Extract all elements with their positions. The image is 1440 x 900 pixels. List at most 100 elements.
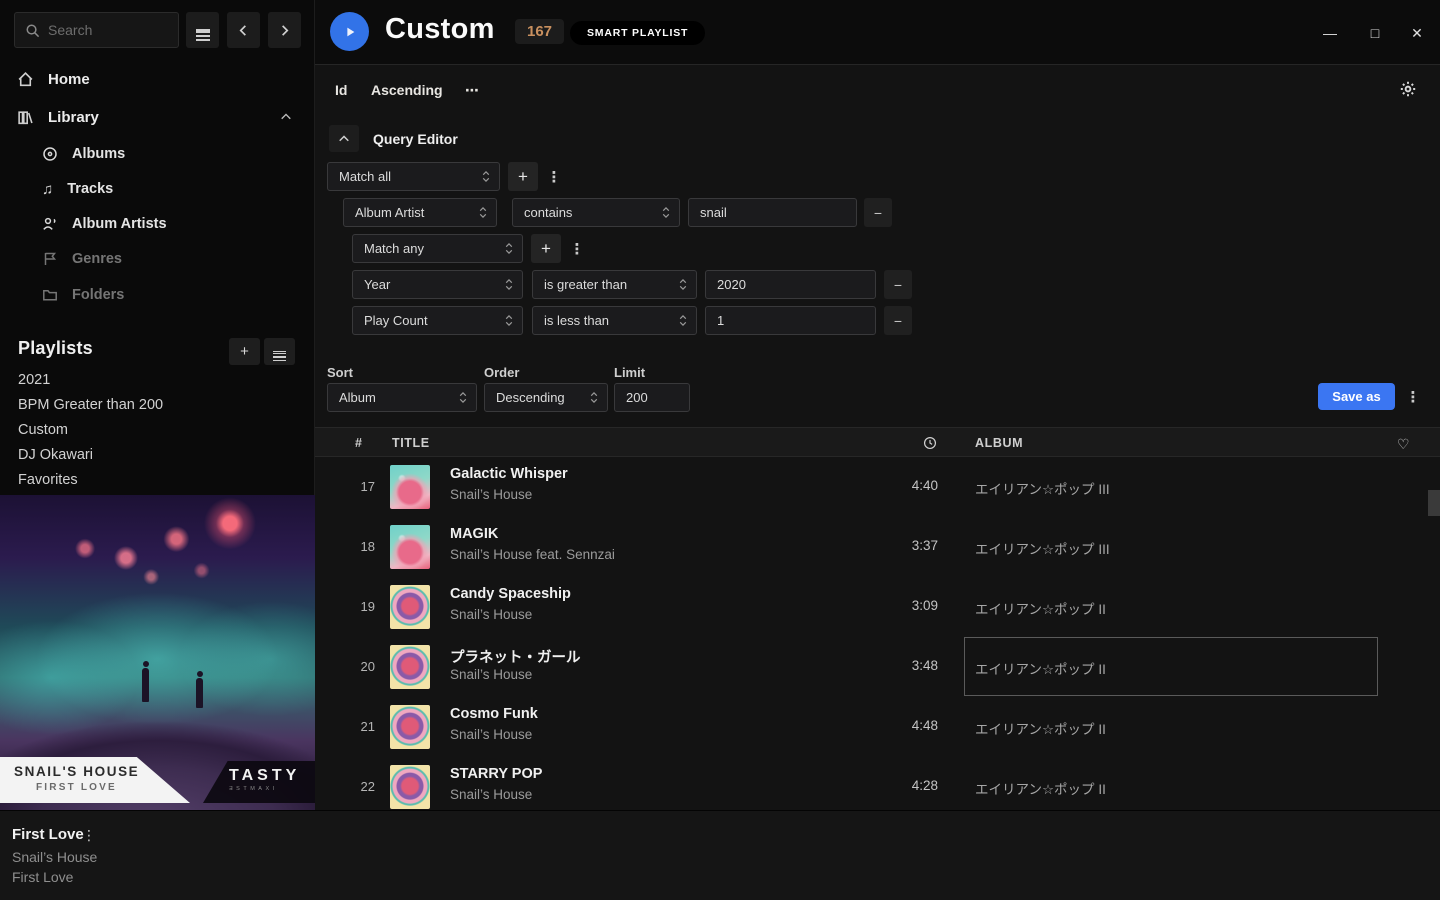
rule-value-input[interactable]: [688, 198, 857, 227]
rule-field-select[interactable]: Album Artist: [343, 198, 497, 227]
save-as-button[interactable]: Save as: [1318, 383, 1395, 410]
now-playing-menu-button[interactable]: ⋮: [82, 827, 96, 844]
playlist-item[interactable]: 2021: [18, 372, 50, 397]
sidebar-item-tracks[interactable]: ♫ Tracks: [0, 172, 314, 206]
app-window: Home Library Albums ♫ Tracks Album Artis…: [0, 0, 1440, 900]
page-title: Custom: [385, 13, 495, 46]
search-icon: [25, 23, 40, 38]
plus-icon: +: [541, 239, 551, 259]
playlist-item[interactable]: BPM Greater than 200: [18, 397, 163, 422]
playlist-item[interactable]: DJ Okawari: [18, 447, 93, 472]
playlist-item[interactable]: Favorites: [18, 472, 78, 497]
remove-rule-button[interactable]: −: [884, 270, 912, 299]
column-header-album[interactable]: ALBUM: [975, 436, 1023, 450]
add-playlist-button[interactable]: +: [229, 338, 260, 365]
track-album: エイリアン☆ポップ II: [975, 718, 1106, 738]
select-caret-icon: [679, 278, 687, 291]
minus-icon: −: [874, 205, 882, 221]
chevron-up-icon: [280, 111, 292, 123]
back-button[interactable]: [227, 12, 260, 48]
save-menu-button[interactable]: ⋮: [1405, 382, 1421, 411]
table-row[interactable]: 21 Cosmo Funk Snail’s House 4:48 エイリアン☆ポ…: [315, 697, 1440, 757]
sidebar-item-folders[interactable]: Folders: [0, 278, 314, 312]
artwork-figure: [196, 678, 203, 708]
sort-direction-button[interactable]: Ascending: [371, 82, 443, 98]
main-content: Id Ascending ⋯ Query Editor Match all + …: [315, 65, 1440, 810]
table-row[interactable]: 18 MAGIK Snail’s House feat. Sennzai 3:3…: [315, 517, 1440, 577]
playlists-heading: Playlists: [18, 338, 93, 359]
track-list: 17 Galactic Whisper Snail’s House 4:40 エ…: [315, 457, 1440, 810]
rule-value-input[interactable]: [705, 306, 876, 335]
table-row[interactable]: 20 プラネット・ガール Snail’s House 3:48 エイリアン☆ポッ…: [315, 637, 1440, 697]
playlist-item[interactable]: Custom: [18, 422, 68, 447]
duration-column-icon[interactable]: [923, 436, 937, 450]
track-number: 20: [347, 659, 375, 674]
query-editor-collapse-button[interactable]: [329, 125, 359, 152]
select-caret-icon: [459, 391, 467, 404]
collapse-library-button[interactable]: [280, 111, 292, 123]
sidebar-item-label: Album Artists: [72, 216, 167, 232]
select-caret-icon: [505, 278, 513, 291]
menu-button[interactable]: [186, 12, 219, 48]
select-value: is less than: [544, 313, 609, 328]
sidebar-item-library[interactable]: Library: [0, 98, 314, 136]
rule-field-select[interactable]: Year: [352, 270, 523, 299]
sort-field-button[interactable]: Id: [335, 82, 347, 98]
kebab-icon: ⋮: [570, 240, 585, 258]
remove-rule-button[interactable]: −: [884, 306, 912, 335]
sidebar-item-album-artists[interactable]: Album Artists: [0, 207, 314, 241]
track-title: STARRY POP: [450, 766, 542, 782]
chevron-up-icon: [338, 133, 350, 145]
sidebar-item-home[interactable]: Home: [0, 60, 314, 98]
more-options-button[interactable]: ⋯: [465, 82, 479, 99]
select-value: Album Artist: [355, 205, 424, 220]
group-menu-button[interactable]: ⋮: [546, 162, 562, 191]
table-row[interactable]: 19 Candy Spaceship Snail’s House 3:09 エイ…: [315, 577, 1440, 637]
track-album: エイリアン☆ポップ II: [975, 778, 1106, 798]
sort-select[interactable]: Album: [327, 383, 477, 412]
sidebar-item-albums[interactable]: Albums: [0, 137, 314, 171]
track-artist: Snail’s House: [450, 787, 532, 802]
forward-button[interactable]: [268, 12, 301, 48]
minimize-button[interactable]: —: [1315, 22, 1345, 44]
match-mode-select[interactable]: Match all: [327, 162, 500, 191]
limit-input[interactable]: [614, 383, 690, 412]
rule-value-input[interactable]: [705, 270, 876, 299]
group-menu-button[interactable]: ⋮: [569, 234, 585, 263]
rule-field-select[interactable]: Play Count: [352, 306, 523, 335]
search-input[interactable]: [48, 22, 158, 38]
minus-icon: −: [894, 277, 902, 293]
column-header-index[interactable]: #: [355, 436, 363, 450]
add-rule-button[interactable]: +: [508, 162, 538, 191]
settings-button[interactable]: [1399, 80, 1417, 98]
playlist-header: Custom 167 SMART PLAYLIST — □ ✕: [315, 0, 1440, 65]
search-box[interactable]: [14, 12, 179, 48]
order-select[interactable]: Descending: [484, 383, 608, 412]
column-header-title[interactable]: TITLE: [392, 436, 430, 450]
table-row[interactable]: 17 Galactic Whisper Snail’s House 4:40 エ…: [315, 457, 1440, 517]
play-playlist-button[interactable]: [330, 12, 369, 51]
sidebar-item-label: Genres: [72, 251, 122, 267]
rule-operator-select[interactable]: contains: [512, 198, 680, 227]
remove-rule-button[interactable]: −: [864, 198, 892, 227]
playlist-options-button[interactable]: [264, 338, 295, 365]
rule-operator-select[interactable]: is less than: [532, 306, 697, 335]
select-caret-icon: [679, 314, 687, 327]
player-bar: First Love ⋮ Snail’s House First Love 0:…: [0, 810, 1440, 900]
add-rule-button[interactable]: +: [531, 234, 561, 263]
track-number: 17: [347, 479, 375, 494]
sidebar-item-genres[interactable]: Genres: [0, 242, 314, 276]
sidebar-item-label: Albums: [72, 146, 125, 162]
select-caret-icon: [482, 170, 490, 183]
table-row[interactable]: 22 STARRY POP Snail’s House 4:28 エイリアン☆ポ…: [315, 757, 1440, 810]
track-count-badge: 167: [515, 19, 564, 44]
maximize-button[interactable]: □: [1360, 22, 1390, 44]
table-header: # TITLE ALBUM ♡: [315, 427, 1440, 457]
favorite-column-icon[interactable]: ♡: [1397, 436, 1410, 453]
rule-operator-select[interactable]: is greater than: [532, 270, 697, 299]
track-album: エイリアン☆ポップ III: [975, 478, 1110, 498]
scrollbar-thumb[interactable]: [1428, 490, 1440, 516]
close-button[interactable]: ✕: [1402, 22, 1432, 44]
match-mode-select[interactable]: Match any: [352, 234, 523, 263]
plus-icon: +: [518, 167, 528, 187]
